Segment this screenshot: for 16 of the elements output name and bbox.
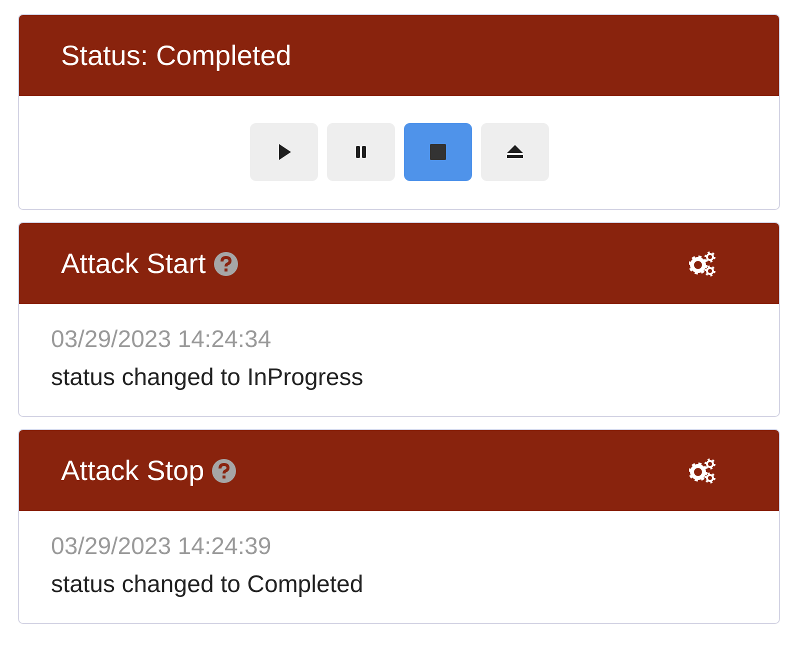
- gears-icon[interactable]: [689, 458, 717, 484]
- stop-button[interactable]: [404, 123, 472, 181]
- event-timestamp: 03/29/2023 14:24:39: [51, 533, 272, 561]
- help-icon: [212, 458, 236, 482]
- pause-button[interactable]: [326, 123, 394, 181]
- status-title: Status: Completed: [61, 40, 292, 72]
- event-timestamp: 03/29/2023 14:24:34: [51, 326, 272, 354]
- event-title: Attack Stop: [61, 454, 204, 486]
- gears-icon[interactable]: [689, 250, 717, 276]
- event-message: status changed to InProgress: [51, 364, 364, 392]
- stop-icon: [428, 142, 448, 162]
- help-icon: [214, 252, 238, 276]
- eject-button[interactable]: [480, 123, 548, 181]
- play-button[interactable]: [250, 123, 318, 181]
- event-title: Attack Start: [61, 248, 206, 280]
- event-message: status changed to Completed: [51, 571, 364, 599]
